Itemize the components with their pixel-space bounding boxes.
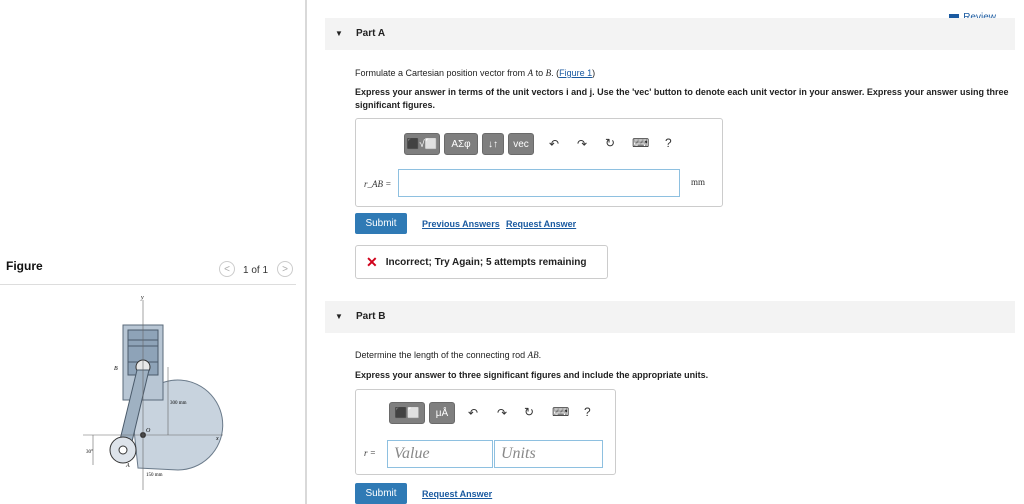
label-angle: 30° (86, 450, 93, 455)
part-b-submit-button[interactable]: Submit (355, 483, 407, 504)
units-input[interactable]: Units (494, 440, 603, 468)
help-icon[interactable]: ? (665, 136, 672, 150)
keyboard-icon[interactable]: ⌨ (632, 136, 649, 150)
feedback-text: Incorrect; Try Again; 5 attempts remaini… (385, 256, 587, 268)
part-a-request-answer-link[interactable]: Request Answer (506, 219, 576, 229)
part-b-answer-box: ⬛⬜ μÅ ↶ ↷ ↻ ⌨ ? r = Value Units (355, 389, 616, 475)
pager-next-button[interactable]: > (277, 261, 293, 277)
sort-button[interactable]: ↓↑ (482, 133, 504, 155)
templates-button[interactable]: ⬛√⬜ (404, 133, 440, 155)
pager-count: 1 of 1 (243, 265, 269, 276)
label-a: A (125, 463, 130, 469)
undo-icon[interactable]: ↶ (549, 137, 559, 151)
part-b-title: Part B (356, 311, 386, 322)
vec-button[interactable]: vec (508, 133, 534, 155)
part-b-toolbar: ⬛⬜ μÅ (389, 402, 459, 424)
label-150: 150 mm (146, 473, 163, 478)
undo-icon[interactable]: ↶ (468, 406, 478, 420)
reset-icon[interactable]: ↻ (605, 136, 615, 150)
part-a-unit: mm (691, 177, 706, 187)
part-a-answer-input[interactable] (398, 169, 680, 197)
figure-divider (0, 284, 296, 285)
pager-prev-button[interactable]: < (219, 261, 235, 277)
figure-panel: Figure < 1 of 1 > y x B A O 300 mm 150 m… (0, 0, 305, 504)
part-b-request-answer-link[interactable]: Request Answer (422, 489, 492, 499)
collapse-caret-icon: ▼ (335, 29, 343, 38)
piston-crank-diagram: y x B A O 300 mm 150 mm 30° (83, 295, 224, 490)
part-a-header[interactable]: ▼ Part A (325, 18, 1015, 50)
part-b-instruction: Express your answer to three significant… (355, 370, 709, 380)
part-b-header[interactable]: ▼ Part B (325, 301, 1015, 333)
part-b-prompt: Determine the length of the connecting r… (355, 350, 542, 360)
redo-icon[interactable]: ↷ (497, 406, 507, 420)
feedback-banner: ✕ Incorrect; Try Again; 5 attempts remai… (355, 245, 608, 279)
redo-icon[interactable]: ↷ (577, 137, 587, 151)
units-button[interactable]: μÅ (429, 402, 455, 424)
part-a-prompt: Formulate a Cartesian position vector fr… (355, 68, 596, 78)
collapse-caret-icon: ▼ (335, 312, 343, 321)
greek-button[interactable]: ΑΣφ (444, 133, 478, 155)
value-input[interactable]: Value (387, 440, 493, 468)
part-a-toolbar: ⬛√⬜ ΑΣφ ↓↑ vec (404, 133, 538, 155)
part-a-instruction: Express your answer in terms of the unit… (355, 87, 1009, 110)
reset-icon[interactable]: ↻ (524, 405, 534, 419)
part-b-field-label: r = (364, 448, 376, 458)
figure-link[interactable]: Figure 1 (559, 68, 592, 78)
previous-answers-link[interactable]: Previous Answers (422, 219, 500, 229)
figure-header: Figure (6, 259, 43, 273)
part-a-title: Part A (356, 28, 386, 39)
incorrect-icon: ✕ (366, 253, 378, 270)
templates-button[interactable]: ⬛⬜ (389, 402, 425, 424)
part-a-field-label: r_AB = (364, 179, 392, 189)
pane-divider[interactable] (305, 0, 307, 504)
help-icon[interactable]: ? (584, 405, 591, 419)
label-b: B (114, 366, 118, 372)
label-y: y (140, 295, 144, 301)
part-a-submit-button[interactable]: Submit (355, 213, 407, 234)
label-o: O (146, 428, 151, 434)
label-x: x (215, 436, 219, 442)
label-300: 300 mm (170, 401, 187, 406)
part-a-answer-box: ⬛√⬜ ΑΣφ ↓↑ vec ↶ ↷ ↻ ⌨ ? r_AB = mm (355, 118, 723, 207)
keyboard-icon[interactable]: ⌨ (552, 405, 569, 419)
